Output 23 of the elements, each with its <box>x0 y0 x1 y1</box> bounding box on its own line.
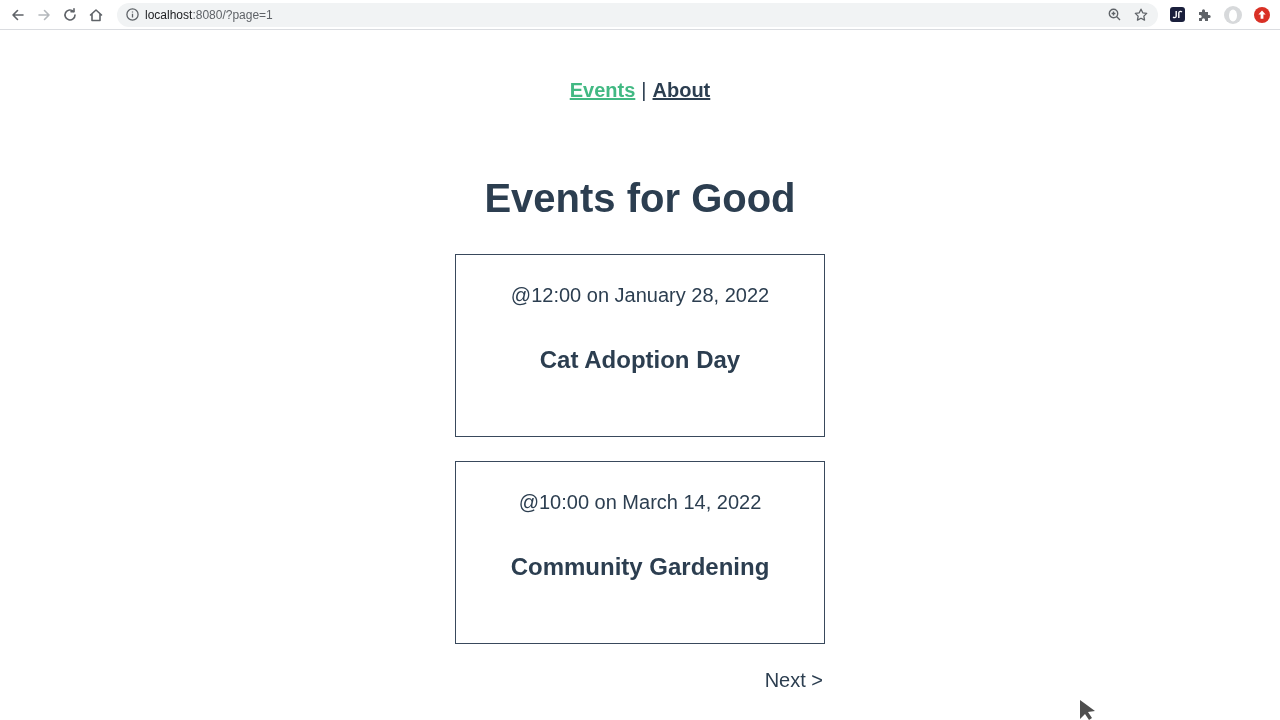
next-page-link[interactable]: Next > <box>764 668 823 692</box>
home-icon <box>88 6 104 23</box>
info-icon <box>126 8 139 21</box>
extensions-button[interactable] <box>1197 7 1212 22</box>
event-datetime: @10:00 on March 14, 2022 <box>518 490 762 514</box>
puzzle-icon <box>1197 7 1212 22</box>
magnifier-plus-icon <box>1107 8 1121 21</box>
event-card[interactable]: @12:00 on January 28, 2022 Cat Adoption Day <box>455 254 825 437</box>
up-arrow-badge-icon <box>1254 6 1270 23</box>
event-title: Cat Adoption Day <box>539 345 741 375</box>
address-bar[interactable]: localhost:8080/?page=1 <box>117 2 1158 27</box>
app-tile-icon <box>1170 7 1185 22</box>
page-heading: Events for Good <box>484 175 796 222</box>
nav-separator: | <box>641 78 647 102</box>
address-url: localhost:8080/?page=1 <box>145 8 273 21</box>
nav-link[interactable]: About <box>652 78 711 102</box>
event-title: Community Gardening <box>510 552 770 582</box>
event-datetime: @12:00 on January 28, 2022 <box>510 283 770 307</box>
avatar-icon <box>1224 5 1242 24</box>
star-icon <box>1134 7 1148 22</box>
event-card[interactable]: @10:00 on March 14, 2022 Community Gardening <box>455 461 825 644</box>
reload-icon <box>62 6 78 23</box>
extension-button[interactable] <box>1170 7 1185 22</box>
